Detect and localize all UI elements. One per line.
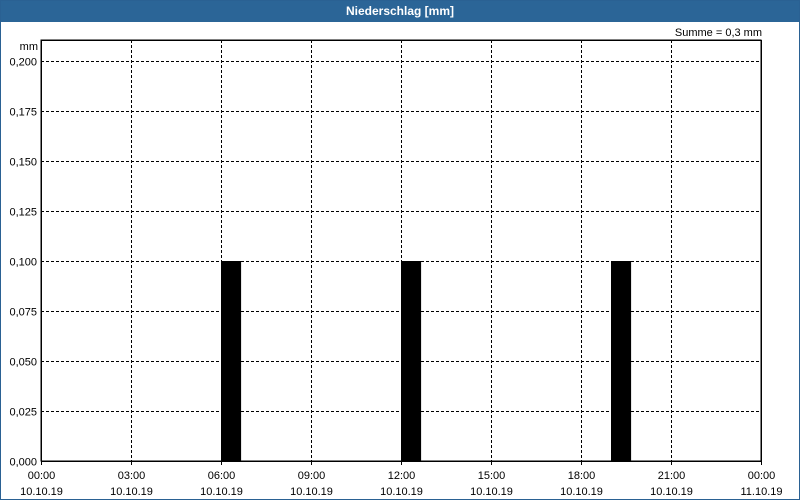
y-tick-label: 0,050: [9, 357, 37, 369]
x-tick-date: 10.10.19: [20, 486, 63, 498]
x-tick-date: 10.10.19: [110, 486, 153, 498]
x-tick-date: 11.10.19: [740, 486, 782, 498]
y-tick-label: 0,125: [9, 207, 37, 219]
y-tick-label: 0,000: [9, 457, 37, 469]
y-tick-label: 0,025: [9, 407, 37, 419]
precipitation-chart: 0,000 0,025 0,050 0,075 0,100 0,125 0,150 0,175…: [9, 39, 783, 498]
x-tick-time: 09:00: [298, 470, 326, 482]
x-tick-date: 10.10.19: [470, 486, 513, 498]
y-tick-label: 0,150: [9, 157, 37, 169]
precipitation-bar: [611, 261, 632, 461]
x-tick-date: 10.10.19: [200, 486, 243, 498]
y-tick-label: 0,200: [9, 57, 37, 69]
x-tick-date: 10.10.19: [560, 486, 603, 498]
precipitation-bar: [221, 261, 242, 461]
x-tick-time: 00:00: [748, 470, 776, 482]
x-tick-date: 10.10.19: [290, 486, 333, 498]
x-tick-time: 18:00: [568, 470, 596, 482]
x-tick-date: 10.10.19: [380, 486, 423, 498]
x-tick-time: 06:00: [208, 470, 236, 482]
y-tick-label: 0,075: [9, 307, 37, 319]
x-tick-time: 15:00: [478, 470, 506, 482]
y-tick-label: 0,100: [9, 257, 37, 269]
x-tick-time: 12:00: [388, 470, 416, 482]
x-tick-date: 10.10.19: [650, 486, 693, 498]
x-tick-time: 03:00: [118, 470, 146, 482]
x-tick-time: 21:00: [658, 470, 686, 482]
x-tick-time: 00:00: [28, 470, 56, 482]
y-tick-label: 0,175: [9, 107, 37, 119]
precipitation-bar: [401, 261, 422, 461]
